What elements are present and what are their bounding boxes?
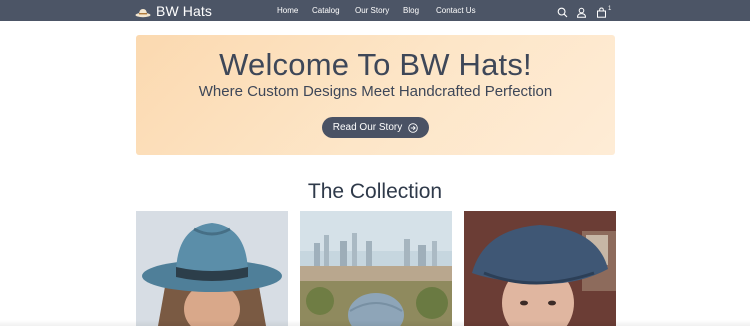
cart-icon[interactable]: [596, 5, 607, 18]
button-label: Read Our Story: [332, 122, 403, 133]
nav-contact-us[interactable]: Contact Us: [436, 6, 476, 15]
hero-subtitle: Where Custom Designs Meet Handcrafted Pe…: [198, 83, 553, 100]
bottom-fade: [0, 320, 750, 326]
brand-name: BW Hats: [156, 2, 212, 19]
brand-logo[interactable]: BW Hats: [135, 0, 212, 21]
flat-cap-photo: [464, 211, 616, 326]
read-our-story-button[interactable]: Read Our Story: [322, 117, 429, 138]
product-card-city-cap[interactable]: [300, 211, 452, 326]
city-cap-photo: [300, 211, 452, 326]
product-card-fedora[interactable]: [136, 211, 288, 326]
arrow-right-circle-icon: [408, 122, 418, 133]
nav-our-story[interactable]: Our Story: [355, 6, 389, 15]
search-icon[interactable]: [557, 5, 568, 18]
hero-banner: Welcome To BW Hats! Where Custom Designs…: [136, 35, 615, 155]
cart-count-badge: 1: [608, 6, 612, 12]
collection-title: The Collection: [307, 180, 443, 203]
site-header: BW Hats Home Catalog Our Story Blog Cont…: [0, 0, 750, 21]
blue-fedora-photo: [136, 211, 288, 326]
nav-home[interactable]: Home: [277, 6, 298, 15]
hat-logo-icon: [135, 5, 151, 17]
hero-title: Welcome To BW Hats!: [219, 47, 532, 82]
nav-blog[interactable]: Blog: [403, 6, 419, 15]
nav-catalog[interactable]: Catalog: [312, 6, 340, 15]
account-icon[interactable]: [576, 5, 587, 18]
product-card-flat-cap[interactable]: [464, 211, 616, 326]
